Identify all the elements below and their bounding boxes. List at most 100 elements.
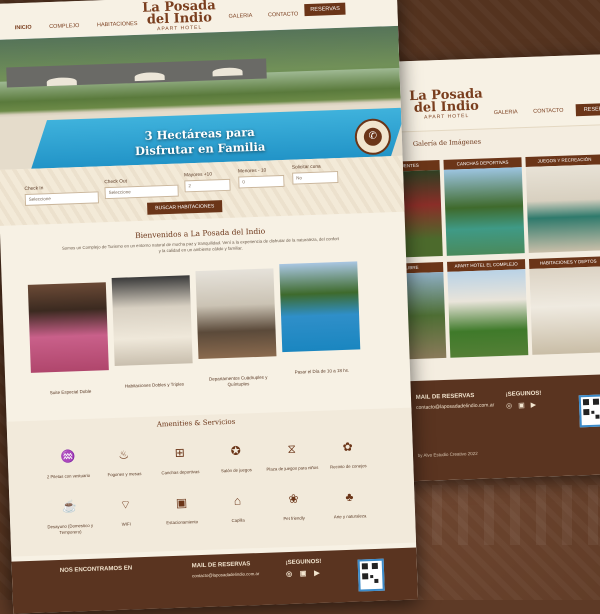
amenity-item: ✿ Recinto de conejos — [317, 439, 378, 471]
footer-find-col: NOS ENCONTRAMOS EN — [60, 565, 133, 574]
reservas-button[interactable]: RESERVAS — [575, 102, 600, 117]
amenity-label: Estacionamiento — [166, 519, 199, 526]
gallery-nav: GALERIA CONTACTO — [494, 107, 578, 116]
site-footer: NOS ENCONTRAMOS EN MAIL DE RESERVAS cont… — [11, 547, 419, 614]
gallery-photo — [447, 269, 529, 358]
amenity-item: ♒ 2 Piletas con vestuario — [38, 449, 99, 481]
hero-title: 3 Hectáreas para Disfrutar en Familia — [134, 124, 266, 159]
instagram-icon[interactable]: ◎ — [286, 570, 292, 578]
campfire-icon: ♨ — [118, 447, 130, 462]
nav-galeria[interactable]: GALERIA — [494, 109, 518, 116]
reservas-button[interactable]: RESERVAS — [304, 2, 347, 17]
room-label: Departamentos Cuádruples y Quíntuples — [208, 374, 268, 388]
checkin-input[interactable]: Seleccione — [24, 191, 100, 206]
amenity-label: Capilla — [231, 517, 245, 523]
gallery-photo — [525, 164, 600, 253]
facebook-icon[interactable]: ▣ — [518, 402, 525, 409]
gallery-page: La Posada del Indio APART HOTEL GALERIA … — [382, 53, 600, 482]
checkout-input[interactable]: Seleccione — [104, 184, 179, 200]
gallery-header: La Posada del Indio APART HOTEL GALERIA … — [382, 53, 600, 133]
footer-mail-title: MAIL DE RESERVAS — [415, 392, 475, 402]
room-card[interactable]: Pasar el Día de 10 a 18 hs. — [279, 261, 361, 380]
footer-mail-link[interactable]: contacto@laposadadelindio.com.ar — [416, 402, 494, 411]
menores-label: Menores - 10 — [237, 168, 267, 175]
amenities-section: Amenities & Servicios ♒ 2 Piletas con ves… — [6, 407, 417, 557]
instagram-icon[interactable]: ◎ — [506, 403, 512, 410]
footer-find-title: NOS ENCONTRAMOS EN — [59, 565, 133, 574]
qr-code — [578, 394, 600, 428]
gallery-card[interactable]: APART HOTEL EL COMPLEJO — [447, 259, 529, 358]
gallery-grid: HOS Y PUENTES CANCHAS DEPORTIVAS JUEGOS … — [382, 154, 600, 361]
cuna-field: Solicitar cuna No — [292, 164, 339, 185]
nav-inicio[interactable]: INICIO — [15, 25, 32, 32]
nav-complejo[interactable]: COMPLEJO — [49, 23, 79, 30]
home-page: INICIO COMPLEJO HABITACIONES La Posada d… — [0, 0, 419, 614]
amenity-item: ⊞ Canchas deportivas — [150, 445, 211, 477]
amenity-label: Fogones y mesas — [107, 471, 142, 478]
search-rooms-button[interactable]: BUSCAR HABITACIONES — [147, 200, 223, 215]
pool-icon: ♒ — [60, 449, 76, 464]
amenity-label: Canchas deportivas — [161, 469, 200, 476]
footer-mail-col: MAIL DE RESERVAS contacto@laposadadelind… — [192, 561, 260, 578]
breakfast-icon: ☕ — [61, 499, 78, 514]
youtube-icon[interactable]: ▶ — [531, 402, 537, 409]
facebook-icon[interactable]: ▣ — [300, 569, 307, 577]
footer-mail-title: MAIL DE RESERVAS — [191, 561, 251, 570]
amenity-item: ♨ Fogones y mesas — [94, 447, 155, 479]
amenity-label: Plaza de juegos para niños — [266, 464, 319, 472]
amenity-label: 2 Piletas con vestuario — [46, 472, 91, 480]
footer-social-title: ¡SEGUINOS! — [505, 390, 542, 398]
nav-contacto[interactable]: CONTACTO — [268, 11, 299, 18]
amenity-label: Salón de juegos — [220, 467, 252, 474]
gallery-card[interactable]: JUEGOS Y RECREACIÓN — [525, 154, 600, 253]
parking-icon: ▣ — [175, 495, 188, 510]
cuna-select[interactable]: No — [292, 171, 339, 185]
games-icon: ✪ — [230, 443, 242, 458]
main-nav: INICIO COMPLEJO HABITACIONES — [15, 20, 154, 31]
room-label: Suite Especial Doble — [49, 388, 92, 396]
nav-habitaciones[interactable]: HABITACIONES — [97, 21, 138, 28]
amenity-item: ☕ Desayuno (Domestico y Temporero) — [39, 499, 100, 537]
menores-field: Menores - 10 0 — [238, 168, 285, 189]
gallery-card[interactable]: CANCHAS DEPORTIVAS — [443, 157, 525, 256]
room-label: Habitaciones Dobles y Triples — [124, 381, 185, 389]
art-icon: ♣ — [345, 489, 354, 504]
playground-icon: ⧖ — [287, 441, 297, 456]
brand-logo[interactable]: La Posada del Indio APART HOTEL — [409, 87, 483, 122]
amenity-label: Desayuno (Domestico y Temporero) — [47, 522, 94, 535]
room-photo — [279, 261, 361, 353]
field-icon: ⊞ — [174, 445, 186, 460]
menores-select[interactable]: 0 — [238, 174, 285, 189]
amenity-item: ♣ Arte y naturaleza — [319, 489, 380, 521]
amenity-label: Recinto de conejos — [329, 463, 367, 470]
amenity-item: ▣ Estacionamiento — [151, 495, 212, 527]
hero-banner: 3 Hectáreas para Disfrutar en Familia ● … — [0, 25, 403, 170]
amenity-item: ⌂ Capilla — [207, 493, 268, 525]
amenity-item: ⧖ Plaza de juegos para niños — [261, 441, 322, 473]
room-card[interactable]: Departamentos Cuádruples y Quíntuples — [195, 268, 277, 387]
checkin-field: Check In Seleccione — [24, 184, 100, 206]
amenity-item: ⌔ WIFI — [95, 497, 156, 529]
qr-code — [357, 558, 385, 592]
hero-umbrella — [46, 77, 77, 87]
gallery-card[interactable]: HABITACIONES Y DEPTOS — [528, 256, 600, 355]
footer-mail-link[interactable]: contacto@laposadadelindio.com.ar — [192, 571, 259, 578]
amenity-label: Pet friendly — [283, 515, 305, 522]
mayores-label: Mayores +10 — [184, 172, 213, 179]
room-card[interactable]: Habitaciones Dobles y Triples — [111, 275, 194, 394]
youtube-icon[interactable]: ▶ — [314, 569, 320, 577]
gallery-footer: MAIL DE RESERVAS contacto@laposadadelind… — [393, 373, 600, 482]
brand-logo[interactable]: La Posada del Indio APART HOTEL — [142, 0, 216, 33]
mayores-field: Mayores +10 2 — [184, 172, 231, 193]
hero-umbrella — [134, 72, 165, 82]
room-card[interactable]: Suite Especial Doble — [27, 282, 110, 401]
nav-galeria[interactable]: GALERIA — [228, 13, 252, 20]
nav-contacto[interactable]: CONTACTO — [533, 108, 564, 115]
hero-umbrella — [212, 67, 243, 77]
pet-icon: ❀ — [288, 491, 299, 506]
secondary-nav: GALERIA CONTACTO — [228, 11, 298, 19]
amenity-label: WIFI — [121, 521, 131, 527]
gallery-photo — [529, 266, 600, 355]
room-label: Pasar el Día de 10 a 18 hs. — [294, 367, 350, 375]
mayores-select[interactable]: 2 — [184, 178, 231, 193]
